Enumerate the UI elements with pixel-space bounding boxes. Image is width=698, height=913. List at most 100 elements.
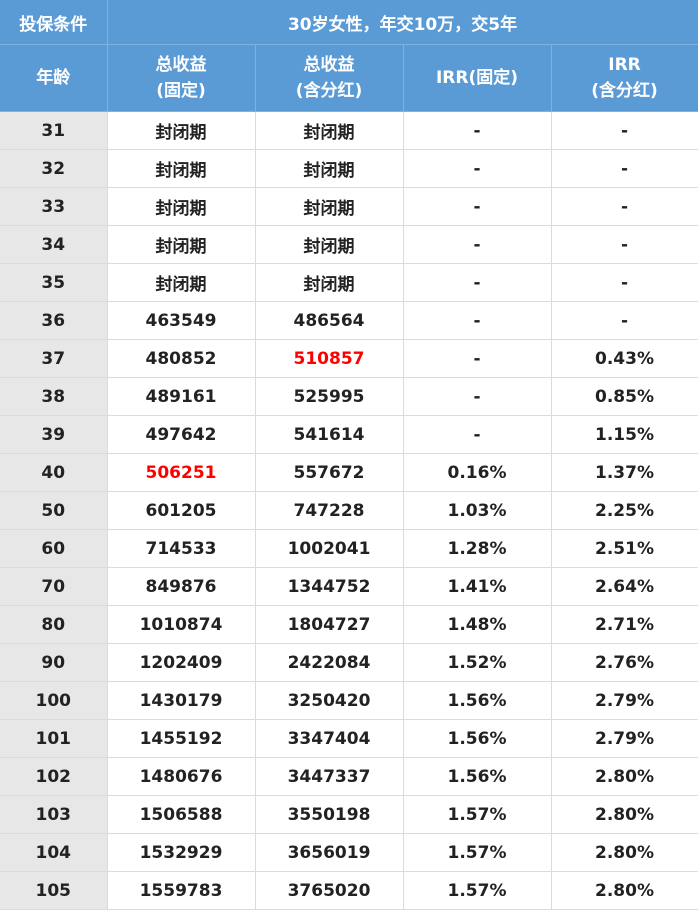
total-return-dividend-cell: 2422084 [255,643,404,682]
table-row: 101 1455192 3347404 1.56% 2.79% [0,719,698,758]
irr-fixed-cell: - [403,111,552,150]
age-cell: 60 [0,529,108,568]
irr-fixed-cell: 1.56% [403,757,552,796]
total-return-dividend-cell: 3347404 [255,719,404,758]
total-return-fixed-cell: 463549 [107,301,256,340]
irr-fixed-cell: 1.03% [403,491,552,530]
irr-fixed-cell: 1.57% [403,833,552,872]
total-return-dividend-cell: 1804727 [255,605,404,644]
age-cell: 34 [0,225,108,264]
total-return-dividend-cell: 557672 [255,453,404,492]
irr-dividend-cell: - [551,301,698,340]
age-cell: 100 [0,681,108,720]
irr-dividend-cell: - [551,263,698,302]
table-row: 33 封闭期 封闭期 - - [0,187,698,226]
total-return-dividend-cell: 747228 [255,491,404,530]
age-cell: 70 [0,567,108,606]
irr-dividend-cell: 2.71% [551,605,698,644]
col-header-fixed-line2: (固定) [156,81,206,101]
irr-dividend-cell: 2.25% [551,491,698,530]
irr-fixed-cell: - [403,339,552,378]
total-return-dividend-cell: 封闭期 [255,263,404,302]
irr-fixed-cell: 1.41% [403,567,552,606]
age-cell: 40 [0,453,108,492]
total-return-dividend-cell: 541614 [255,415,404,454]
total-return-fixed-cell: 1455192 [107,719,256,758]
irr-dividend-cell: 1.15% [551,415,698,454]
col-header-dividend: 总收益 (含分红) [255,44,404,112]
total-return-fixed-cell: 1532929 [107,833,256,872]
col-header-fixed-line1: 总收益 [155,55,207,75]
total-return-dividend-cell: 3656019 [255,833,404,872]
total-return-dividend-cell: 1002041 [255,529,404,568]
total-return-dividend-cell: 3447337 [255,757,404,796]
total-return-fixed-cell: 1480676 [107,757,256,796]
irr-dividend-cell: - [551,225,698,264]
table-row: 102 1480676 3447337 1.56% 2.80% [0,757,698,796]
table-row: 39 497642 541614-1.15% [0,415,698,454]
table-row: 31 封闭期 封闭期 - - [0,111,698,150]
table-row: 50 601205 747228 1.03% 2.25% [0,491,698,530]
col-header-dividend-line1: 总收益 [303,55,355,75]
total-return-fixed-cell: 1010874 [107,605,256,644]
irr-fixed-cell: 1.56% [403,719,552,758]
table-row: 40 506251 557672 0.16% 1.37% [0,453,698,492]
col-header-irr-dividend-line2: (含分红) [591,81,658,101]
insurance-return-table: 投保条件 30岁女性，年交10万，交5年 年龄 总收益 (固定) 总收益 (含分… [0,0,698,910]
total-return-fixed-cell: 714533 [107,529,256,568]
table-row: 90 1202409 2422084 1.52% 2.76% [0,643,698,682]
age-cell: 31 [0,111,108,150]
table-row: 38 489161 525995-0.85% [0,377,698,416]
irr-dividend-cell: 2.80% [551,795,698,834]
table-row: 104 1532929 3656019 1.57% 2.80% [0,833,698,872]
total-return-fixed-cell: 封闭期 [107,263,256,302]
condition-header-row: 投保条件 30岁女性，年交10万，交5年 [0,0,698,45]
condition-value: 30岁女性，年交10万，交5年 [107,0,698,45]
irr-fixed-cell: - [403,187,552,226]
table-row: 70 849876 1344752 1.41% 2.64% [0,567,698,606]
total-return-dividend-cell: 3550198 [255,795,404,834]
col-header-age: 年龄 [0,44,108,112]
age-cell: 104 [0,833,108,872]
col-header-dividend-line2: (含分红) [295,81,363,101]
table-row: 80 1010874 1804727 1.48% 2.71% [0,605,698,644]
total-return-fixed-cell: 489161 [107,377,256,416]
irr-dividend-cell: 2.80% [551,833,698,872]
irr-dividend-cell: - [551,111,698,150]
total-return-fixed-cell: 480852 [107,339,256,378]
total-return-fixed-cell: 1559783 [107,871,256,910]
col-header-irr-dividend: IRR (含分红) [551,44,698,112]
table-row: 60 714533 1002041 1.28% 2.51% [0,529,698,568]
age-cell: 103 [0,795,108,834]
irr-fixed-cell: - [403,225,552,264]
total-return-dividend-cell: 525995 [255,377,404,416]
irr-fixed-cell: - [403,415,552,454]
irr-dividend-cell: 0.85% [551,377,698,416]
col-header-irr-fixed: IRR(固定) [403,44,552,112]
total-return-fixed-cell: 497642 [107,415,256,454]
total-return-dividend-cell: 3250420 [255,681,404,720]
total-return-fixed-cell: 1430179 [107,681,256,720]
total-return-fixed-cell: 封闭期 [107,111,256,150]
irr-fixed-cell: 0.16% [403,453,552,492]
total-return-fixed-cell: 封闭期 [107,149,256,188]
irr-dividend-cell: 2.80% [551,871,698,910]
age-cell: 36 [0,301,108,340]
irr-dividend-cell: 2.79% [551,681,698,720]
irr-dividend-cell: 0.43% [551,339,698,378]
age-cell: 33 [0,187,108,226]
column-header-row: 年龄 总收益 (固定) 总收益 (含分红) IRR(固定) IRR (含分红) [0,44,698,112]
table-body: 31 封闭期 封闭期 - -32 封闭期 封闭期 - -33 封闭期 封闭期 - -34 封闭期 封闭期 - -… [0,111,698,910]
irr-fixed-cell: 1.57% [403,795,552,834]
irr-fixed-cell: 1.57% [403,871,552,910]
age-cell: 32 [0,149,108,188]
age-cell: 39 [0,415,108,454]
irr-dividend-cell: 2.64% [551,567,698,606]
irr-dividend-cell: - [551,149,698,188]
table-row: 100 1430179 3250420 1.56% 2.79% [0,681,698,720]
total-return-fixed-cell: 506251 [107,453,256,492]
total-return-fixed-cell: 1202409 [107,643,256,682]
total-return-dividend-cell: 3765020 [255,871,404,910]
total-return-dividend-cell: 510857 [255,339,404,378]
table-row: 34 封闭期 封闭期 - - [0,225,698,264]
